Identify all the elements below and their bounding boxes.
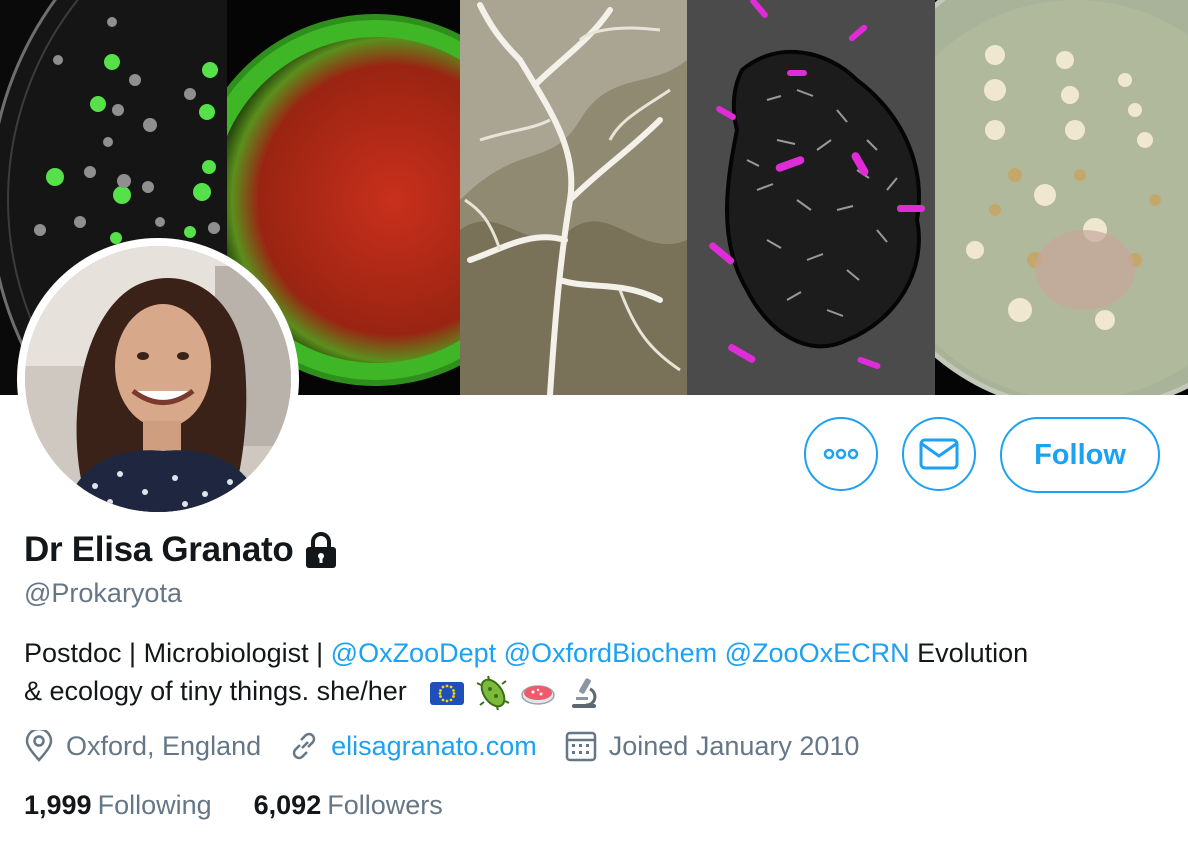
following-stat[interactable]: 1,999 Following (24, 790, 212, 821)
profile-website[interactable]: elisagranato.com (289, 731, 537, 762)
followers-count: 6,092 (253, 790, 322, 820)
bio-mention-oxzoodept[interactable]: @OxZooDept (331, 638, 496, 668)
profile-joined: Joined January 2010 (565, 730, 860, 762)
profile-location: Oxford, England (24, 730, 261, 762)
envelope-icon (919, 438, 959, 470)
location-pin-icon (25, 730, 53, 762)
banner-image-microscopy-colony (687, 0, 935, 395)
bio-text: Evolution (909, 638, 1029, 668)
profile-handle: @Prokaryota (24, 578, 182, 608)
bio-mention-zooxecrn[interactable]: @ZooOxECRN (725, 638, 910, 668)
profile-bio: Postdoc | Microbiologist | @OxZooDept @O… (24, 634, 1174, 711)
eu-flag-icon (430, 681, 465, 705)
followers-stat[interactable]: 6,092 Followers (254, 790, 443, 821)
follow-button[interactable]: Follow (1000, 417, 1160, 493)
following-count: 1,999 (24, 790, 92, 820)
avatar-photo (25, 246, 291, 512)
profile-avatar[interactable] (17, 238, 299, 520)
petri-dish-icon (521, 685, 556, 705)
more-button[interactable] (804, 417, 878, 491)
profile-stats: 1,999 Following 6,092 Followers (24, 790, 485, 821)
following-label: Following (97, 790, 212, 820)
followers-label: Followers (327, 790, 443, 820)
profile-meta: Oxford, England elisagranato.com Joined … (24, 730, 887, 762)
bio-text: Postdoc | Microbiologist | (24, 638, 331, 668)
bio-text: & ecology of tiny things. she/her (24, 676, 407, 706)
bio-mention-oxfordbiochem[interactable]: @OxfordBiochem (504, 638, 717, 668)
profile-name: Dr Elisa Granato (24, 530, 294, 569)
profile-name-row: Dr Elisa Granato (24, 530, 341, 570)
lock-icon (306, 532, 337, 568)
link-icon (292, 732, 316, 760)
website-link[interactable]: elisagranato.com (331, 731, 537, 762)
microscope-icon (571, 678, 597, 708)
calendar-icon (565, 731, 596, 762)
banner-image-branching-biofilm (460, 0, 687, 395)
banner-image-agar-plate (935, 0, 1188, 395)
location-text: Oxford, England (66, 730, 262, 761)
microbe-icon (476, 675, 510, 711)
joined-text: Joined January 2010 (608, 730, 860, 761)
more-icon (823, 448, 859, 460)
message-button[interactable] (902, 417, 976, 491)
